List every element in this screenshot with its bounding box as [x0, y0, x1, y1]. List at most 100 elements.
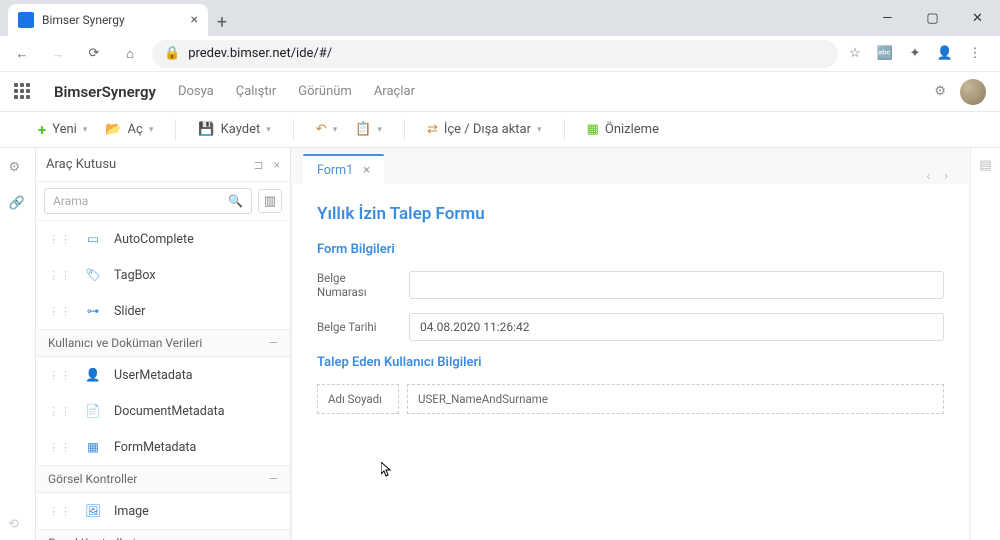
- close-tab-icon[interactable]: ×: [363, 163, 370, 178]
- toolbox-panel: Araç Kutusu ⊐ × Arama 🔍 ▥ ⋮⋮ ▭ AutoCompl…: [36, 148, 291, 540]
- undo-button[interactable]: ↶ ▾: [316, 122, 337, 137]
- toolbox-header: Araç Kutusu ⊐ ×: [36, 148, 290, 182]
- transfer-icon: ⇄: [427, 122, 438, 137]
- collapse-icon: —: [269, 336, 278, 350]
- clipboard-icon: 📋: [355, 122, 371, 137]
- home-button[interactable]: ⌂: [116, 40, 144, 68]
- left-rail: ⚙ 🔗: [0, 148, 36, 540]
- link-rail-icon[interactable]: 🔗: [9, 196, 27, 214]
- tab-next-icon[interactable]: ›: [944, 169, 948, 184]
- close-window-button[interactable]: ✕: [955, 0, 1000, 36]
- save-icon: 💾: [198, 122, 214, 137]
- favicon-icon: [18, 12, 34, 28]
- close-panel-icon[interactable]: ×: [274, 158, 280, 172]
- avatar[interactable]: [960, 79, 986, 105]
- right-rail: ▤: [970, 148, 1000, 540]
- drag-handle-icon: ⋮⋮: [48, 441, 72, 454]
- star-icon[interactable]: ☆: [846, 45, 864, 63]
- close-tab-icon[interactable]: ×: [191, 12, 198, 28]
- clipboard-button[interactable]: 📋 ▾: [355, 122, 382, 137]
- toolbox-category-visual[interactable]: Görsel Kontroller —: [36, 465, 290, 493]
- autocomplete-icon: ▭: [82, 228, 104, 250]
- minimize-button[interactable]: —: [865, 0, 910, 36]
- name-value: USER_NameAndSurname: [407, 384, 944, 414]
- doc-date-label: Belge Tarihi: [317, 320, 395, 334]
- toolbox-item-tagbox[interactable]: ⋮⋮ 🏷 TagBox: [36, 257, 290, 293]
- back-button[interactable]: ←: [8, 40, 36, 68]
- menu-tools[interactable]: Araçlar: [374, 84, 415, 99]
- plus-icon: +: [38, 121, 46, 139]
- section-requester-info: Talep Eden Kullanıcı Bilgileri: [317, 355, 944, 370]
- lock-icon: 🔒: [164, 46, 180, 61]
- editor-canvas-wrap: Form1 × ‹ › Yıllık İzin Talep Formu Form…: [291, 148, 970, 540]
- menu-file[interactable]: Dosya: [178, 84, 214, 99]
- toolbox-item-formmetadata[interactable]: ⋮⋮ ▦ FormMetadata: [36, 429, 290, 465]
- toolbox-item-usermetadata[interactable]: ⋮⋮ 👤 UserMetadata: [36, 357, 290, 393]
- properties-rail-icon[interactable]: ▤: [979, 158, 991, 173]
- chevron-down-icon: ▾: [377, 125, 382, 135]
- maximize-button[interactable]: ▢: [910, 0, 955, 36]
- gear-icon[interactable]: ⚙: [934, 84, 946, 99]
- url-field[interactable]: 🔒 predev.bimser.net/ide/#/: [152, 40, 838, 68]
- form-canvas[interactable]: Yıllık İzin Talep Formu Form Bilgileri B…: [293, 184, 968, 540]
- tab-prev-icon[interactable]: ‹: [926, 169, 930, 184]
- field-doc-date: Belge Tarihi 04.08.2020 11:26:42: [317, 313, 944, 341]
- toolbox-item-image[interactable]: ⋮⋮ 🖼 Image: [36, 493, 290, 529]
- translate-icon[interactable]: 🔤: [876, 45, 894, 63]
- url-text: predev.bimser.net/ide/#/: [188, 46, 332, 61]
- drag-handle-icon: ⋮⋮: [48, 369, 72, 382]
- toolbox-item-autocomplete[interactable]: ⋮⋮ ▭ AutoComplete: [36, 221, 290, 257]
- forward-button[interactable]: →: [44, 40, 72, 68]
- status-icon: ⟲: [8, 517, 19, 532]
- layout-toggle-button[interactable]: ▥: [258, 189, 282, 213]
- tab-title: Bimser Synergy: [42, 13, 125, 27]
- chevron-down-icon: ▾: [149, 125, 154, 135]
- new-button[interactable]: + Yeni ▾: [38, 121, 87, 139]
- chevron-down-icon: ▾: [83, 125, 88, 135]
- image-icon: 🖼: [82, 500, 104, 522]
- drag-handle-icon: ⋮⋮: [48, 269, 72, 282]
- open-button[interactable]: 📂 Aç ▾: [105, 122, 153, 137]
- pin-icon[interactable]: ⊐: [254, 158, 264, 172]
- menu-run[interactable]: Çalıştır: [236, 84, 277, 99]
- mouse-cursor-icon: [381, 462, 393, 478]
- reload-button[interactable]: ⟳: [80, 40, 108, 68]
- field-name-surname[interactable]: Adı Soyadı USER_NameAndSurname: [317, 384, 944, 414]
- toolbox-category-panel[interactable]: Panel Kontrolleri —: [36, 529, 290, 540]
- address-bar: ← → ⟳ ⌂ 🔒 predev.bimser.net/ide/#/ ☆ 🔤 ✦…: [0, 36, 1000, 72]
- save-button[interactable]: 💾 Kaydet ▾: [198, 122, 270, 137]
- slider-icon: ⊶: [82, 300, 104, 322]
- preview-icon: ▦: [587, 122, 599, 137]
- browser-tab-strip: Bimser Synergy × + — ▢ ✕: [0, 0, 1000, 36]
- profile-icon[interactable]: 👤: [936, 45, 954, 63]
- drag-handle-icon: ⋮⋮: [48, 505, 72, 518]
- extensions-icon[interactable]: ✦: [906, 45, 924, 63]
- menu-view[interactable]: Görünüm: [298, 84, 352, 99]
- window-controls: — ▢ ✕: [865, 0, 1000, 36]
- apps-grid-icon[interactable]: [14, 83, 32, 101]
- document-tab[interactable]: Form1 ×: [303, 154, 384, 184]
- search-placeholder: Arama: [53, 194, 88, 208]
- new-tab-button[interactable]: +: [208, 8, 236, 36]
- toolbox-title: Araç Kutusu: [46, 157, 116, 172]
- chrome-menu-icon[interactable]: ⋮: [966, 45, 984, 63]
- chevron-down-icon: ▾: [266, 125, 271, 135]
- drag-handle-icon: ⋮⋮: [48, 233, 72, 246]
- tag-icon: 🏷: [82, 264, 104, 286]
- chevron-down-icon: ▾: [537, 125, 542, 135]
- preview-button[interactable]: ▦ Önizleme: [587, 122, 659, 137]
- search-input[interactable]: Arama 🔍: [44, 188, 252, 214]
- toolbox-item-documentmetadata[interactable]: ⋮⋮ 📄 DocumentMetadata: [36, 393, 290, 429]
- doc-number-input[interactable]: [409, 271, 944, 299]
- doc-date-input[interactable]: 04.08.2020 11:26:42: [409, 313, 944, 341]
- form-title: Yıllık İzin Talep Formu: [317, 204, 944, 224]
- import-export-button[interactable]: ⇄ İçe / Dışa aktar ▾: [427, 122, 542, 137]
- document-tabs-bar: Form1 × ‹ ›: [291, 148, 970, 184]
- toolbox-item-slider[interactable]: ⋮⋮ ⊶ Slider: [36, 293, 290, 329]
- undo-icon: ↶: [316, 122, 327, 137]
- settings-rail-icon[interactable]: ⚙: [9, 160, 27, 178]
- main-area: ⚙ 🔗 Araç Kutusu ⊐ × Arama 🔍 ▥ ⋮⋮ ▭ AutoC…: [0, 148, 1000, 540]
- browser-tab[interactable]: Bimser Synergy ×: [8, 4, 208, 36]
- toolbox-category-user-doc[interactable]: Kullanıcı ve Doküman Verileri —: [36, 329, 290, 357]
- tab-label: Form1: [317, 163, 353, 178]
